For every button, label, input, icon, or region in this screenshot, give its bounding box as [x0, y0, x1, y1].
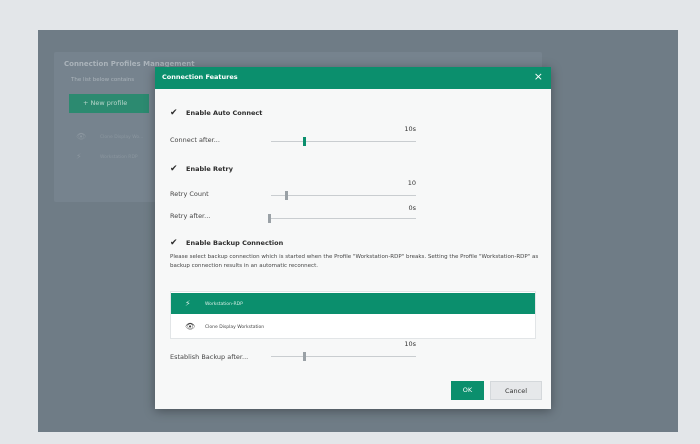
connect-after-slider[interactable]: [271, 141, 416, 142]
list-item[interactable]: ⚡ Workstation-RDP: [171, 293, 535, 314]
connect-after-value: 10s: [404, 125, 416, 133]
check-icon: ✔: [170, 164, 178, 174]
lightning-icon: ⚡: [185, 299, 191, 308]
auto-connect-label: Enable Auto Connect: [186, 109, 263, 117]
retry-after-value: 0s: [408, 204, 416, 212]
dialog-title: Connection Features: [162, 73, 238, 81]
cancel-button[interactable]: Cancel: [490, 381, 542, 400]
establish-backup-slider[interactable]: [271, 356, 416, 357]
retry-label: Enable Retry: [186, 165, 233, 173]
new-profile-button[interactable]: + New profile: [69, 94, 149, 113]
retry-after-thumb[interactable]: [268, 214, 271, 223]
eye-icon: 👁: [185, 322, 196, 331]
retry-after-label: Retry after...: [170, 212, 211, 220]
close-icon[interactable]: ×: [534, 70, 543, 83]
background-list-item[interactable]: ⚡ Workstation RDP: [76, 152, 138, 161]
dialog-header: Connection Features ×: [155, 67, 551, 89]
auto-connect-checkbox[interactable]: ✔ Enable Auto Connect: [170, 108, 262, 118]
connection-features-dialog: Connection Features × ✔ Enable Auto Conne…: [155, 67, 551, 409]
background-item-label: Workstation RDP: [100, 155, 138, 160]
backup-description: Please select backup connection which is…: [170, 254, 539, 269]
backup-connection-list: ⚡ Workstation-RDP 👁 Clone Display Workstat…: [170, 291, 536, 339]
background-list-item[interactable]: 👁 Clone Display Wo...: [76, 132, 143, 141]
retry-count-value: 10: [407, 179, 416, 187]
connect-after-thumb[interactable]: [303, 137, 307, 146]
check-icon: ✔: [170, 238, 178, 248]
retry-count-thumb[interactable]: [284, 191, 288, 200]
backup-connection-checkbox[interactable]: ✔ Enable Backup Connection: [170, 238, 283, 248]
background-description: The list below contains: [71, 77, 135, 83]
list-item-label: Clone Display Workstation: [205, 325, 265, 330]
background-item-label: Clone Display Wo...: [100, 135, 144, 140]
ok-button[interactable]: OK: [451, 381, 484, 400]
check-icon: ✔: [170, 108, 178, 118]
eye-icon: 👁: [76, 132, 87, 141]
retry-after-slider[interactable]: [269, 218, 416, 219]
retry-checkbox[interactable]: ✔ Enable Retry: [170, 164, 233, 174]
connect-after-label: Connect after...: [170, 136, 220, 144]
backup-connection-label: Enable Backup Connection: [186, 239, 284, 247]
lightning-icon: ⚡: [76, 152, 82, 161]
retry-count-label: Retry Count: [170, 190, 209, 198]
establish-backup-value: 10s: [404, 340, 416, 348]
list-item[interactable]: 👁 Clone Display Workstation: [171, 316, 535, 337]
list-item-label: Workstation-RDP: [205, 302, 243, 307]
retry-count-slider[interactable]: [271, 195, 416, 196]
establish-backup-label: Establish Backup after...: [170, 353, 249, 361]
establish-backup-thumb[interactable]: [303, 352, 307, 361]
